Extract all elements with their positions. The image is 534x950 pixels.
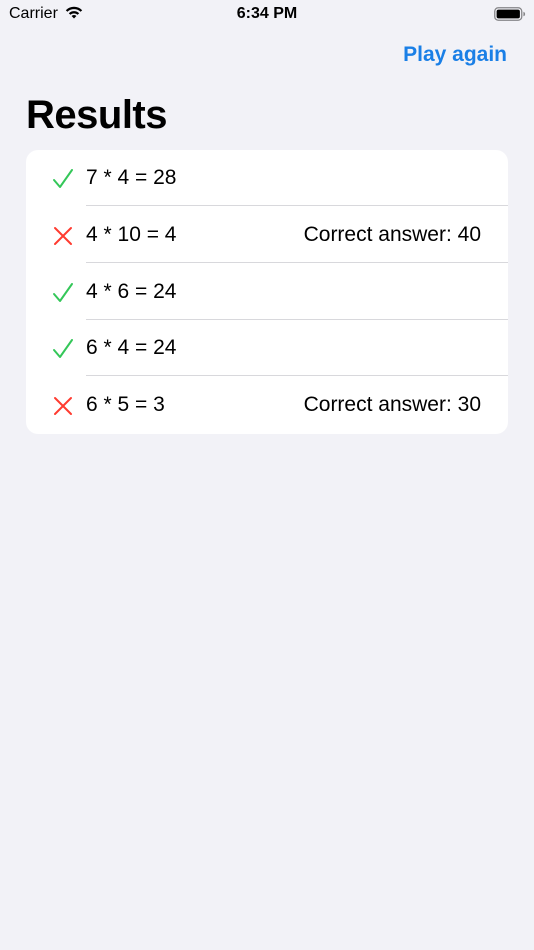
page-title: Results — [26, 93, 168, 137]
checkmark-icon — [53, 169, 73, 188]
result-row: 4 * 10 = 4 Correct answer: 40 — [26, 207, 508, 263]
status-bar: Carrier 6:34 PM — [0, 0, 534, 28]
checkmark-icon — [53, 283, 73, 302]
results-list: 7 * 4 = 28 4 * 10 = 4 Correct answer: 40… — [26, 150, 508, 434]
status-time: 6:34 PM — [236, 5, 298, 22]
xmark-icon — [54, 227, 72, 245]
equation-text: 6 * 4 = 24 — [86, 336, 177, 359]
result-row: 6 * 5 = 3 Correct answer: 30 — [26, 377, 508, 433]
divider — [86, 262, 508, 263]
checkmark-icon — [53, 339, 73, 358]
equation-text: 7 * 4 = 28 — [86, 166, 177, 189]
xmark-icon — [54, 397, 72, 415]
result-row: 6 * 4 = 24 — [26, 320, 508, 376]
equation-text: 4 * 6 = 24 — [86, 280, 177, 303]
result-row: 4 * 6 = 24 — [26, 264, 508, 320]
correct-answer-text: Correct answer: 40 — [303, 223, 481, 246]
results-screen: Carrier 6:34 PM Play again Results 7 * 4… — [0, 0, 534, 950]
divider — [86, 205, 508, 206]
correct-answer-text: Correct answer: 30 — [303, 393, 481, 416]
battery-icon — [494, 7, 526, 21]
equation-text: 4 * 10 = 4 — [86, 223, 177, 246]
result-row: 7 * 4 = 28 — [26, 150, 508, 206]
divider — [86, 375, 508, 376]
play-again-button[interactable]: Play again — [403, 42, 507, 68]
equation-text: 6 * 5 = 3 — [86, 393, 165, 416]
